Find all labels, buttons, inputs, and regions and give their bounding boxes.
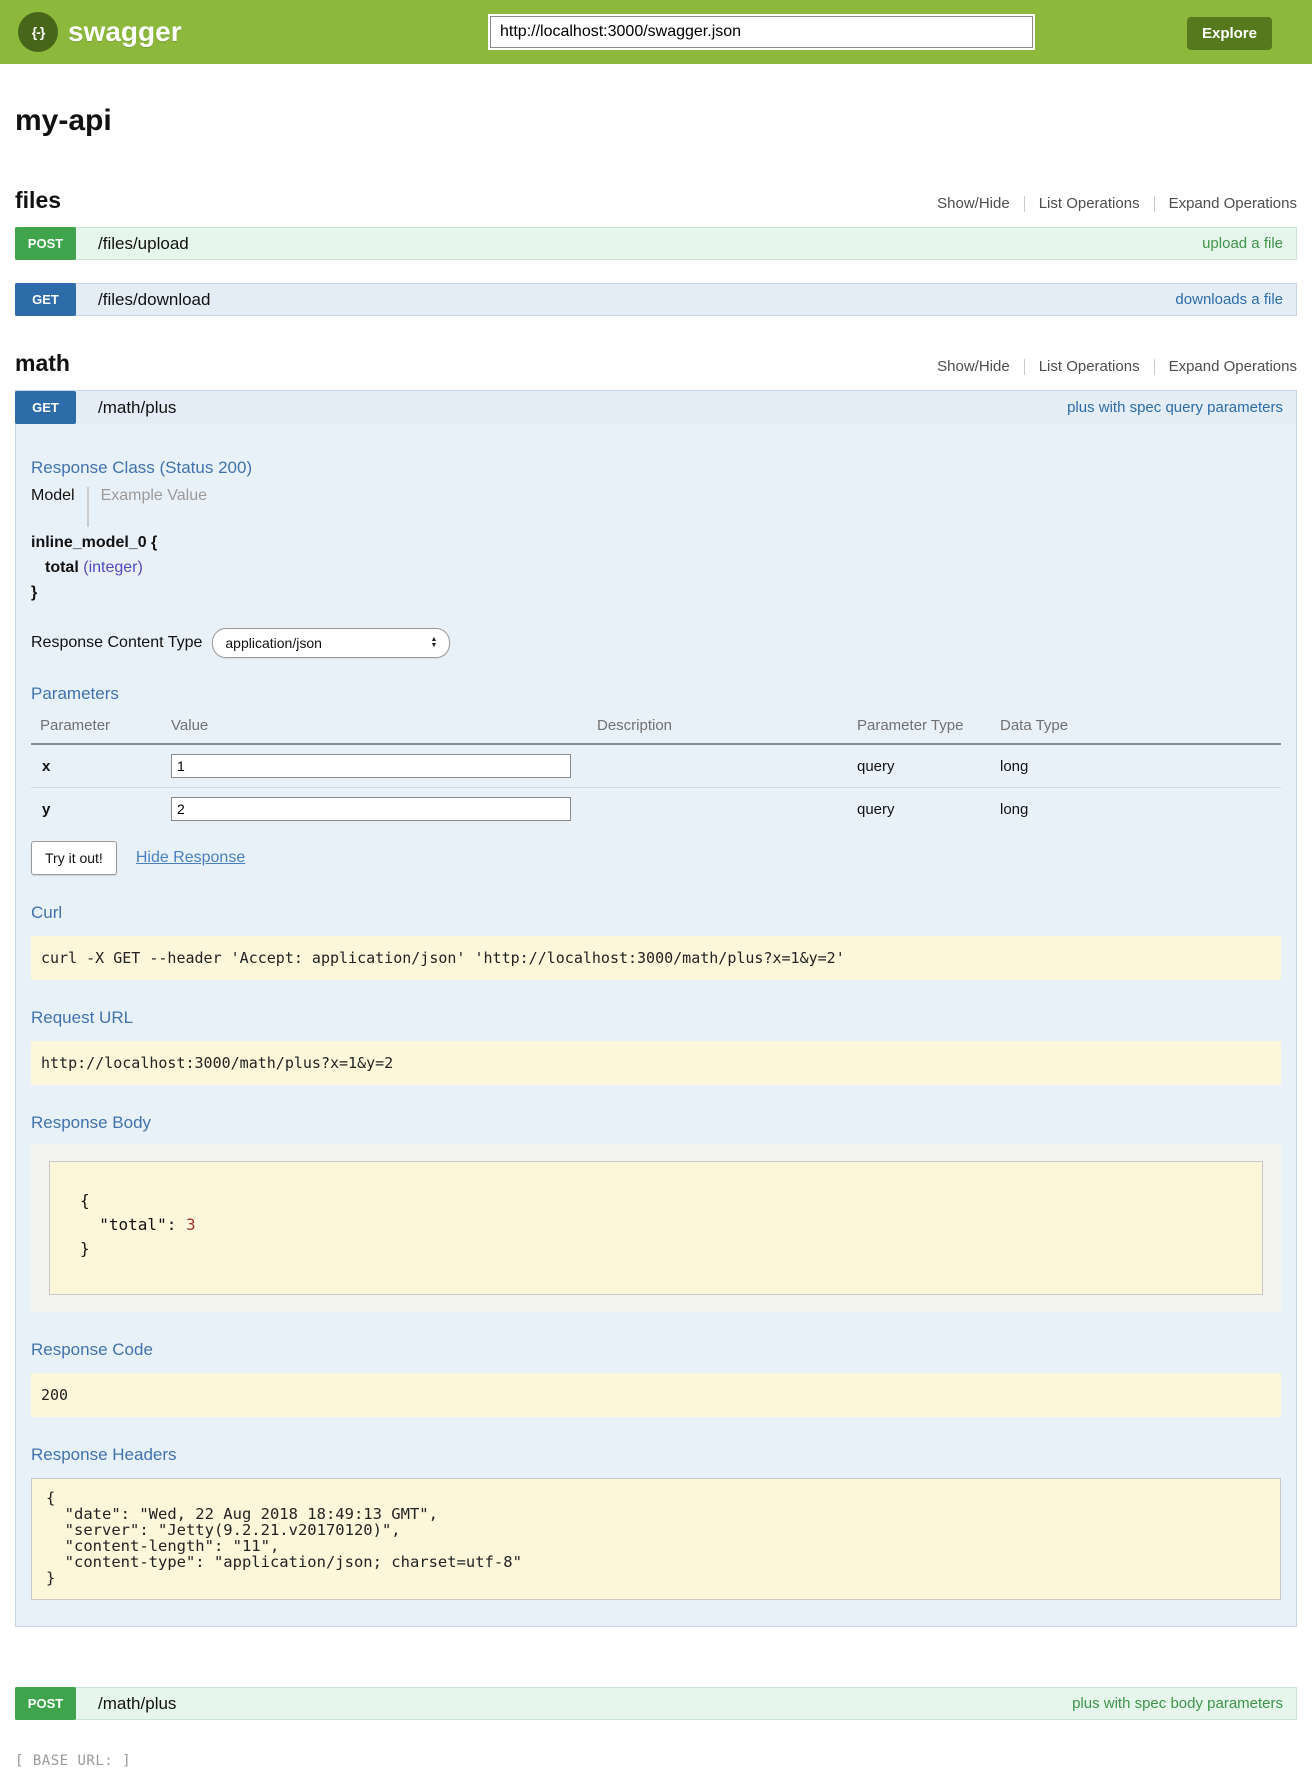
base-url-footer: [ BASE URL: ] [15, 1753, 1297, 1769]
math-section-title: math [15, 350, 70, 377]
expand-operations-link[interactable]: Expand Operations [1169, 195, 1297, 212]
op-expanded-math-plus-get: GET /math/plus plus with spec query para… [15, 390, 1297, 1627]
model-signature: inline_model_0 { total (integer) } [31, 534, 1281, 602]
json-open-brace: { [80, 1189, 1232, 1213]
swagger-braces-icon: {-} [18, 12, 58, 52]
show-hide-link[interactable]: Show/Hide [937, 358, 1010, 375]
spec-url-input[interactable] [490, 16, 1033, 48]
hide-response-link[interactable]: Hide Response [136, 849, 245, 867]
op-path[interactable]: /math/plus [98, 1694, 176, 1714]
method-badge-post: POST [15, 227, 76, 260]
parameters-heading: Parameters [31, 658, 1281, 704]
brand-title: swagger [68, 16, 182, 48]
response-content-type-select[interactable]: application/json ▲▼ [212, 628, 450, 658]
math-section-header: math Show/Hide List Operations Expand Op… [15, 350, 1297, 377]
op-summary: plus with spec body parameters [1072, 1695, 1283, 1712]
response-headers-box: { "date": "Wed, 22 Aug 2018 18:49:13 GMT… [31, 1478, 1281, 1600]
response-body-container: { "total": 3 } [31, 1144, 1281, 1312]
op-summary: downloads a file [1175, 291, 1283, 308]
response-body-box: { "total": 3 } [49, 1161, 1263, 1295]
model-property-type: (integer) [83, 559, 143, 576]
col-parameter-type: Parameter Type [857, 717, 1000, 734]
json-total-line: "total": 3 [80, 1213, 1232, 1237]
model-tabs: Model Example Value [31, 487, 1281, 527]
control-separator [1154, 196, 1155, 212]
model-open-line: inline_model_0 { [31, 534, 1281, 552]
op-path[interactable]: /files/upload [98, 234, 189, 254]
request-url-heading: Request URL [31, 980, 1281, 1028]
op-summary: upload a file [1202, 235, 1283, 252]
model-property-line: total (integer) [31, 559, 1281, 577]
tab-example-value[interactable]: Example Value [89, 487, 207, 505]
model-close-line: } [31, 584, 1281, 602]
response-code-box: 200 [31, 1373, 1281, 1417]
control-separator [1154, 359, 1155, 375]
show-hide-link[interactable]: Show/Hide [937, 195, 1010, 212]
param-value-input-x[interactable] [171, 754, 571, 778]
param-name: x [31, 758, 171, 775]
try-it-out-button[interactable]: Try it out! [31, 841, 117, 875]
op-row-math-plus-post[interactable]: POST /math/plus plus with spec body para… [15, 1687, 1297, 1720]
list-operations-link[interactable]: List Operations [1039, 195, 1140, 212]
param-name: y [31, 801, 171, 818]
control-separator [1024, 196, 1025, 212]
curl-command-box: curl -X GET --header 'Accept: applicatio… [31, 936, 1281, 980]
parameters-table: Parameter Value Description Parameter Ty… [31, 717, 1281, 830]
files-section-header: files Show/Hide List Operations Expand O… [15, 187, 1297, 214]
parameters-table-header: Parameter Value Description Parameter Ty… [31, 717, 1281, 745]
col-parameter: Parameter [31, 717, 171, 734]
parameter-row-x: x query long [31, 745, 1281, 788]
operation-detail-panel: Response Class (Status 200) Model Exampl… [16, 424, 1296, 1626]
page-content: my-api files Show/Hide List Operations E… [0, 104, 1312, 1769]
response-headers-heading: Response Headers [31, 1417, 1281, 1465]
curl-heading: Curl [31, 875, 1281, 923]
tab-model[interactable]: Model [31, 487, 87, 505]
math-section-controls: Show/Hide List Operations Expand Operati… [937, 358, 1297, 375]
param-type: query [857, 801, 1000, 818]
method-badge-get: GET [15, 283, 76, 316]
api-title: my-api [15, 104, 1297, 138]
files-section-title: files [15, 187, 61, 214]
model-property-name: total [45, 559, 79, 576]
op-row-files-upload[interactable]: POST /files/upload upload a file [15, 227, 1297, 260]
param-data-type: long [1000, 758, 1281, 775]
json-key: "total": [99, 1215, 186, 1234]
control-separator [1024, 359, 1025, 375]
response-class-heading: Response Class (Status 200) [31, 424, 1281, 478]
col-data-type: Data Type [1000, 717, 1281, 734]
json-value: 3 [186, 1215, 196, 1234]
col-value: Value [171, 717, 597, 734]
op-summary: plus with spec query parameters [1067, 399, 1283, 416]
selected-content-type: application/json [225, 635, 322, 651]
swagger-logo[interactable]: {-} swagger [18, 12, 182, 52]
select-arrows-icon: ▲▼ [430, 637, 437, 649]
json-close-brace: } [80, 1237, 1232, 1261]
response-headers-json: { "date": "Wed, 22 Aug 2018 18:49:13 GMT… [46, 1490, 1270, 1586]
op-row-files-download[interactable]: GET /files/download downloads a file [15, 283, 1297, 316]
param-data-type: long [1000, 801, 1281, 818]
method-badge-get: GET [15, 391, 76, 424]
op-row-math-plus-get[interactable]: GET /math/plus plus with spec query para… [16, 391, 1296, 424]
col-description: Description [597, 717, 857, 734]
parameter-row-y: y query long [31, 788, 1281, 830]
param-type: query [857, 758, 1000, 775]
response-content-type-label: Response Content Type [31, 634, 202, 652]
method-badge-post: POST [15, 1687, 76, 1720]
op-path[interactable]: /files/download [98, 290, 210, 310]
files-section-controls: Show/Hide List Operations Expand Operati… [937, 195, 1297, 212]
response-content-type-row: Response Content Type application/json ▲… [31, 628, 1281, 658]
response-code-heading: Response Code [31, 1312, 1281, 1360]
expand-operations-link[interactable]: Expand Operations [1169, 358, 1297, 375]
try-row: Try it out! Hide Response [31, 841, 1281, 875]
param-value-input-y[interactable] [171, 797, 571, 821]
explore-button[interactable]: Explore [1187, 17, 1272, 50]
list-operations-link[interactable]: List Operations [1039, 358, 1140, 375]
op-path[interactable]: /math/plus [98, 398, 176, 418]
response-body-heading: Response Body [31, 1085, 1281, 1133]
request-url-box: http://localhost:3000/math/plus?x=1&y=2 [31, 1041, 1281, 1085]
header-bar: {-} swagger Explore [0, 0, 1312, 64]
